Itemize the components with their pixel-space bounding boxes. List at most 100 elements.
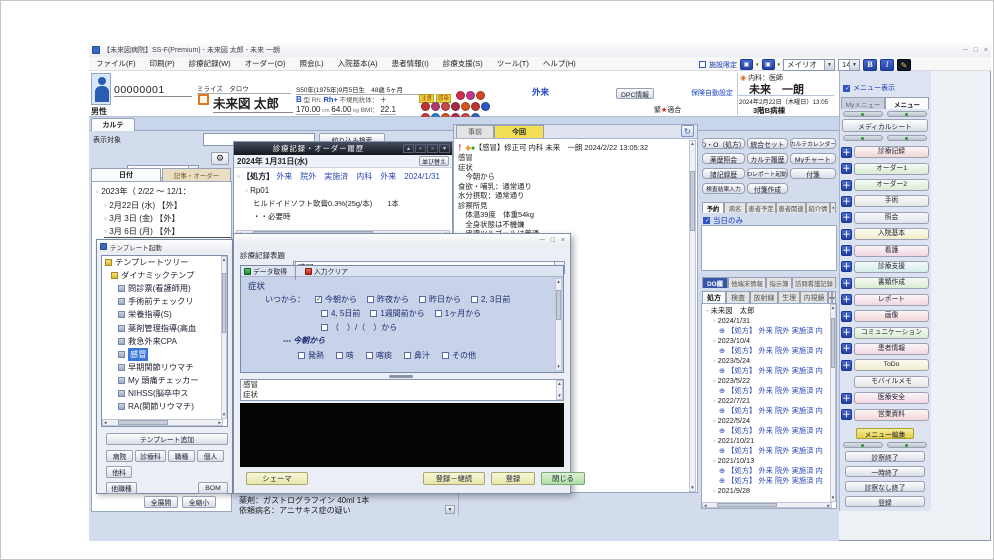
- plus-icon[interactable]: ＋: [841, 196, 852, 207]
- date-tree-year[interactable]: ◦ 2023年（ 2/22 ～ 12/1：: [92, 182, 231, 197]
- sidebar-menu-item[interactable]: ＋ 診療記録: [841, 146, 929, 159]
- med-history-button[interactable]: 薬歴照会: [702, 153, 745, 164]
- scroll-thumb[interactable]: [222, 273, 226, 333]
- plus-icon[interactable]: ＋: [841, 311, 852, 322]
- template-tree-item[interactable]: 薬剤管理指導(高血: [102, 321, 227, 334]
- sidebar-menu-label[interactable]: 照会: [854, 212, 929, 224]
- sort-button[interactable]: 並び替え: [419, 156, 449, 166]
- template-v-scrollbar[interactable]: ▲ ▼: [221, 256, 227, 419]
- sidebar-menu-item[interactable]: ＋ オーダー2: [841, 179, 929, 192]
- sidebar-menu-item[interactable]: ＋ 診療支援: [841, 261, 929, 274]
- menu-item[interactable]: 患者情報(I): [385, 58, 436, 69]
- register-continue-button[interactable]: 登録－継続: [423, 472, 485, 485]
- tab-patient-schedule[interactable]: 患者予定: [746, 202, 776, 213]
- scroll-up-icon[interactable]: ▲: [557, 381, 561, 387]
- sidebar-menu-label[interactable]: 診療記録: [854, 146, 929, 158]
- sidebar-menu-label[interactable]: コミュニケーション: [854, 327, 929, 339]
- sidebar-menu-item[interactable]: ＋ 手術: [841, 195, 929, 208]
- scroll-thumb[interactable]: [690, 171, 695, 231]
- font-select[interactable]: メイリオ▼: [783, 59, 835, 71]
- collapse-all-button[interactable]: 全縮小: [182, 496, 216, 508]
- scroll-down-icon[interactable]: ▼: [831, 495, 835, 501]
- data-fetch-button[interactable]: データ取得: [244, 266, 287, 276]
- sidebar-menu-item[interactable]: ＋ 営業資料: [841, 408, 929, 421]
- do-history-row[interactable]: 【処方】 外来 院外 実施済 内: [702, 426, 828, 436]
- template-tree-item[interactable]: 手術前チェックリ: [102, 295, 227, 308]
- form-v-scrollbar[interactable]: ▲ ▼: [555, 278, 562, 371]
- sidebar-menu-label[interactable]: 画像: [854, 310, 929, 322]
- plus-icon[interactable]: ＋: [841, 278, 852, 289]
- scroll-up-icon[interactable]: ▲: [222, 257, 226, 263]
- sidebar-menu-label[interactable]: ToDo: [854, 359, 929, 371]
- sidebar-menu-label[interactable]: オーダー1: [854, 163, 929, 175]
- template-h-scrollbar[interactable]: ◄ ►: [102, 419, 223, 426]
- sidebar-menu-item[interactable]: ＋ 看護: [841, 244, 929, 257]
- minimize-icon[interactable]: ─: [963, 47, 968, 54]
- do-history-row[interactable]: 【処方】 外来 院外 実施済 内: [702, 366, 828, 376]
- do-history-row[interactable]: 2022/5/24: [702, 416, 828, 426]
- template-tree-item[interactable]: 栄養指導(S): [102, 308, 227, 321]
- checkbox[interactable]: [404, 352, 411, 359]
- scroll-left-icon[interactable]: ◄: [103, 420, 107, 425]
- template-tree-item[interactable]: 感冒: [102, 348, 227, 361]
- expand-all-button[interactable]: 全展開: [144, 496, 178, 508]
- scroll-thumb[interactable]: [831, 318, 835, 368]
- checkbox[interactable]: [367, 296, 374, 303]
- plus-icon[interactable]: ＋: [841, 294, 852, 305]
- italic-button[interactable]: I: [880, 59, 894, 71]
- unified-set-button[interactable]: 統合セット: [747, 138, 788, 149]
- onset-option[interactable]: （ ）/（ ）から: [321, 322, 397, 333]
- do-history-row[interactable]: 2023/5/22: [702, 376, 828, 386]
- category-personal-button[interactable]: 個人: [197, 450, 224, 462]
- session-button[interactable]: 登録: [845, 496, 925, 507]
- menu-item[interactable]: オーダー(O): [238, 58, 293, 69]
- scroll-up-icon[interactable]: ▲: [556, 279, 560, 285]
- scroll-thumb[interactable]: [717, 503, 777, 507]
- checkbox[interactable]: [442, 352, 449, 359]
- medical-sheet-button[interactable]: メディカルシート: [842, 119, 928, 132]
- plus-icon[interactable]: ＋: [841, 360, 852, 371]
- do-history-row[interactable]: 【処方】 外来 院外 実施済 内: [702, 326, 828, 336]
- sidebar-menu-item[interactable]: ＋ 照会: [841, 212, 929, 225]
- menu-item[interactable]: ファイル(F): [89, 58, 143, 69]
- my-chart-button[interactable]: Myチャート: [790, 153, 836, 164]
- template-tree-item[interactable]: NIHSS(脳卒中ス: [102, 387, 227, 400]
- template-tree-item[interactable]: 救急外来CPA: [102, 335, 227, 348]
- date-tree-item[interactable]: 3月 6日 (月) 【外】: [104, 225, 231, 238]
- plus-icon[interactable]: ＋: [841, 343, 852, 354]
- onset-option[interactable]: 今朝から: [315, 294, 357, 305]
- sidebar-menu-label[interactable]: 診療支援: [854, 261, 929, 273]
- chevron-down-icon[interactable]: ▾: [756, 62, 759, 68]
- scroll-down-icon[interactable]: ▼: [222, 412, 226, 418]
- d-report-button[interactable]: Dレポート起動: [747, 168, 788, 179]
- sidebar-menu-label[interactable]: 看護: [854, 245, 929, 257]
- sidebar-menu-item[interactable]: ＋ モバイルメモ: [841, 375, 929, 388]
- do-history-row[interactable]: 2024/1/31: [702, 316, 828, 326]
- onset-option[interactable]: 2, 3日前: [471, 294, 510, 305]
- create-sticky-button[interactable]: 付箋作成: [747, 183, 788, 194]
- template-tree-item[interactable]: 問診票(看護師用): [102, 282, 227, 295]
- menu-show-checkbox[interactable]: [843, 85, 850, 92]
- page-next-icon[interactable]: »: [427, 144, 438, 153]
- checkbox[interactable]: [370, 310, 377, 317]
- other-dept-button[interactable]: 他科: [106, 466, 132, 478]
- checkbox[interactable]: [321, 310, 328, 317]
- plus-icon[interactable]: ＋: [841, 261, 852, 272]
- scroll-right-icon[interactable]: ►: [827, 503, 831, 508]
- plus-icon[interactable]: ＋: [841, 327, 852, 338]
- plus-icon[interactable]: ＋: [841, 180, 852, 191]
- close-button[interactable]: 閉じる: [541, 472, 585, 485]
- sidebar-menu-item[interactable]: ＋ 医療安全: [841, 392, 929, 405]
- checkbox[interactable]: [471, 296, 478, 303]
- chevron-down-icon[interactable]: ▼: [445, 505, 455, 514]
- scroll-up-icon[interactable]: ▲: [690, 141, 694, 147]
- menu-item[interactable]: ヘルプ(H): [536, 58, 583, 69]
- history-entry[interactable]: ◦ 【処方】 外来 院外 実施済 内科 外来 2024/1/31: [237, 170, 449, 184]
- menu-position-bar[interactable]: [843, 135, 883, 141]
- scroll-down-icon[interactable]: ▼: [556, 364, 560, 370]
- template-tree-group[interactable]: ダイナミックテンプ: [102, 269, 227, 282]
- onset-option[interactable]: 1週間前から: [370, 308, 424, 319]
- tab-my-menu[interactable]: Myメニュー: [841, 97, 885, 109]
- collapse-all-icon[interactable]: ▲: [403, 144, 414, 153]
- do-shohou-button[interactable]: D・O（処方）: [702, 138, 745, 149]
